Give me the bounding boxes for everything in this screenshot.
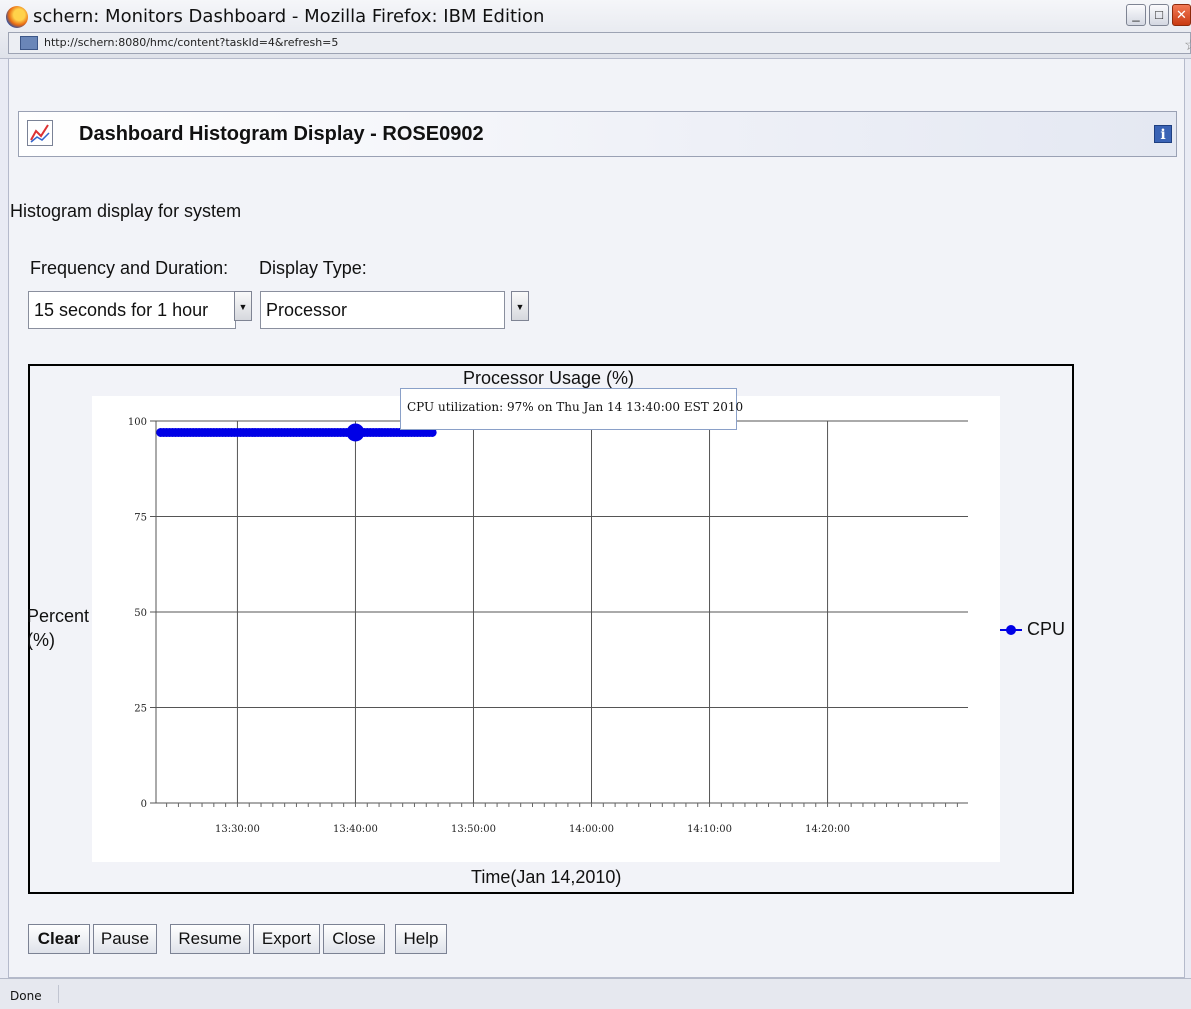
x-tick-label: 14:00:00 — [569, 824, 614, 835]
y-tick-label: 100 — [128, 417, 147, 428]
page-title: Dashboard Histogram Display - ROSE0902 — [79, 123, 484, 145]
maximize-button[interactable]: □ — [1149, 4, 1169, 26]
x-tick-label: 13:40:00 — [333, 824, 378, 835]
y-tick-label: 75 — [134, 513, 147, 524]
chart-glyph-svg — [30, 124, 50, 143]
legend-item-cpu: CPU — [1027, 619, 1066, 639]
plot-svg: 0 25 50 75 100 13:30:00 13:40:00 13:50:00 14:00:… — [128, 417, 968, 835]
y-axis-label-line-1: Percent — [27, 606, 90, 626]
window-title-bar: schern: Monitors Dashboard - Mozilla Fir… — [0, 0, 1191, 59]
x-tick-label: 13:30:00 — [215, 824, 260, 835]
status-text: Done — [10, 989, 42, 1003]
frequency-label: Frequency and Duration: — [30, 258, 229, 278]
close-button[interactable]: Close — [323, 924, 385, 954]
x-tick-label: 14:10:00 — [687, 824, 732, 835]
site-icon — [20, 36, 38, 50]
y-tick-label: 25 — [134, 704, 147, 715]
url-text: http://schern:8080/hmc/content?taskId=4&… — [44, 36, 339, 49]
minimize-icon: _ — [1132, 7, 1140, 22]
y-axis-label: Percent (%) — [27, 604, 89, 652]
url-bar[interactable]: http://schern:8080/hmc/content?taskId=4&… — [8, 32, 1191, 54]
firefox-icon — [6, 6, 28, 28]
page-subtitle: Histogram display for system — [10, 201, 242, 221]
display-type-dropdown-button[interactable]: ▼ — [511, 291, 529, 321]
minimize-button[interactable]: _ — [1126, 4, 1146, 26]
y-tick-label: 0 — [141, 799, 147, 810]
pause-button[interactable]: Pause — [93, 924, 157, 954]
legend-marker-icon — [1000, 625, 1022, 636]
frequency-select[interactable]: 15 seconds for 1 hour — [28, 291, 236, 329]
chart-app-icon — [27, 120, 53, 146]
status-field — [58, 985, 1174, 1003]
clear-button[interactable]: Clear — [28, 924, 90, 954]
dashboard-header: Dashboard Histogram Display - ROSE0902 i — [18, 111, 1177, 157]
close-icon: ✕ — [1176, 7, 1187, 22]
legend: CPU — [1000, 619, 1065, 640]
display-type-label: Display Type: — [259, 258, 367, 278]
help-button[interactable]: Help — [395, 924, 447, 954]
close-window-button[interactable]: ✕ — [1172, 4, 1191, 26]
info-icon[interactable]: i — [1154, 125, 1172, 143]
resume-button[interactable]: Resume — [170, 924, 250, 954]
y-tick-label: 50 — [134, 608, 147, 619]
y-axis-label-line-2: (%) — [27, 630, 55, 650]
export-button[interactable]: Export — [253, 924, 320, 954]
maximize-icon: □ — [1155, 7, 1163, 22]
chart-title: Processor Usage (%) — [463, 368, 635, 388]
x-tick-label: 14:20:00 — [805, 824, 850, 835]
frequency-dropdown-button[interactable]: ▼ — [234, 291, 252, 321]
window-title: schern: Monitors Dashboard - Mozilla Fir… — [33, 6, 545, 27]
x-axis-label: Time(Jan 14,2010) — [471, 867, 622, 887]
bookmark-star-icon[interactable]: ☆ — [1184, 35, 1191, 55]
display-type-select[interactable]: Processor — [260, 291, 505, 329]
data-point-tooltip: CPU utilization: 97% on Thu Jan 14 13:40… — [400, 388, 743, 430]
highlighted-point-cpu — [346, 423, 365, 442]
x-tick-label: 13:50:00 — [451, 824, 496, 835]
status-bar: Done — [0, 978, 1191, 1009]
